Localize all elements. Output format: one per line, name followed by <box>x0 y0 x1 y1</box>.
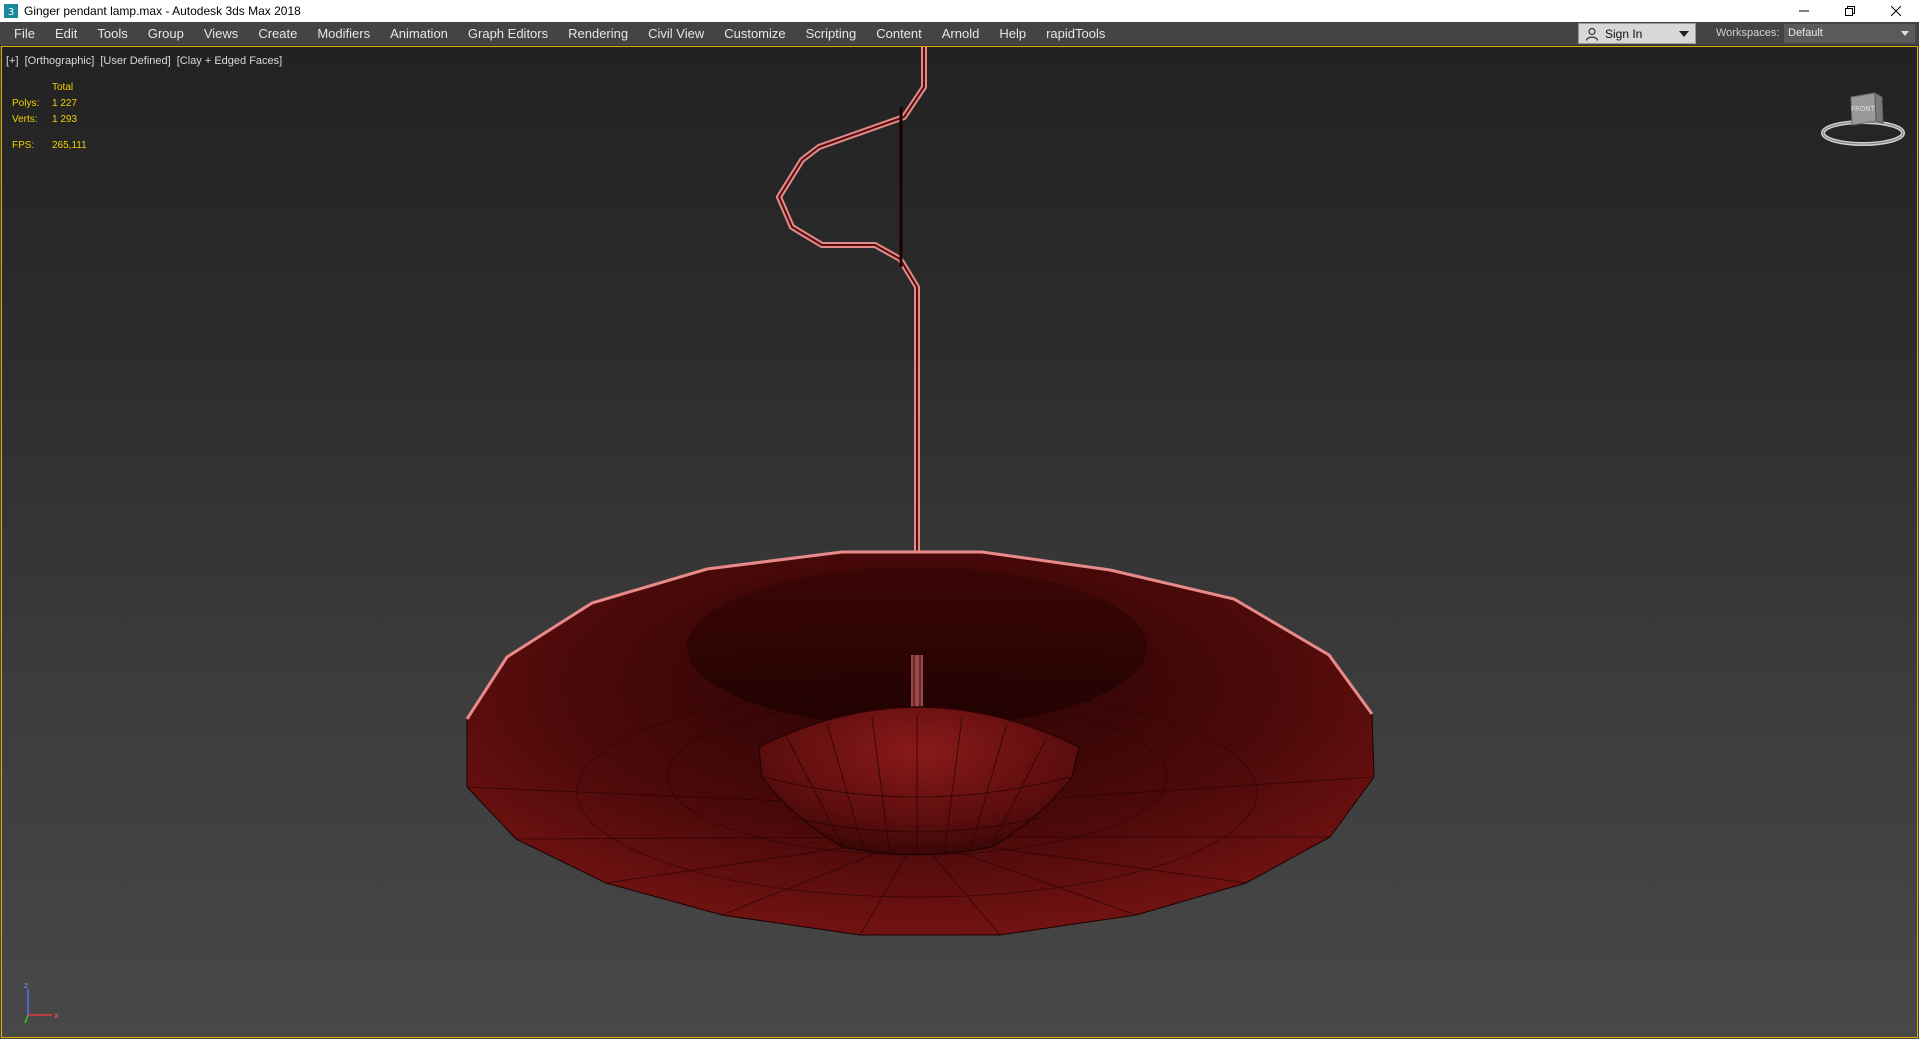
user-icon <box>1585 27 1599 41</box>
axis-x-label: x <box>54 1011 59 1020</box>
stats-header-row: Total <box>12 80 87 96</box>
close-icon <box>1891 6 1901 16</box>
fps-value: 265,111 <box>52 140 87 151</box>
menu-modifiers[interactable]: Modifiers <box>307 22 380 45</box>
polys-label: Polys: <box>12 98 40 109</box>
menu-animation[interactable]: Animation <box>380 22 458 45</box>
menu-graph-editors[interactable]: Graph Editors <box>458 22 558 45</box>
menu-rapidtools[interactable]: rapidTools <box>1036 22 1115 45</box>
viewport-shading-menu[interactable]: [Clay + Edged Faces] <box>177 55 282 67</box>
pendant-cord[interactable] <box>776 47 927 551</box>
close-button[interactable] <box>1873 0 1919 22</box>
menu-civil-view[interactable]: Civil View <box>638 22 714 45</box>
scene-canvas[interactable] <box>2 47 1918 1038</box>
fps-label: FPS: <box>12 140 35 151</box>
menu-arnold[interactable]: Arnold <box>932 22 990 45</box>
menu-views[interactable]: Views <box>194 22 248 45</box>
viewport-general-menu[interactable]: [+] <box>6 55 19 67</box>
menu-group[interactable]: Group <box>138 22 194 45</box>
viewcube[interactable]: FRONT <box>1818 83 1908 153</box>
verts-value: 1 293 <box>52 114 78 125</box>
workspace-value: Default <box>1788 27 1823 39</box>
viewcube-face-label: FRONT <box>1851 105 1876 113</box>
menu-create[interactable]: Create <box>248 22 307 45</box>
menu-tools[interactable]: Tools <box>87 22 137 45</box>
minimize-button[interactable] <box>1781 0 1827 22</box>
menu-rendering[interactable]: Rendering <box>558 22 638 45</box>
3dsmax-app-icon[interactable]: 3 <box>4 4 18 18</box>
minimize-icon <box>1799 10 1809 12</box>
window-controls <box>1781 0 1919 22</box>
viewport-label-menu: [+] [Orthographic] [User Defined] [Clay … <box>6 55 285 67</box>
menu-edit[interactable]: Edit <box>45 22 87 45</box>
sign-in-dropdown[interactable]: Sign In <box>1578 23 1696 44</box>
menu-bar: File Edit Tools Group Views Create Modif… <box>0 22 1919 46</box>
window-title: Ginger pendant lamp.max - Autodesk 3ds M… <box>24 4 301 18</box>
axis-z-label: z <box>24 981 28 990</box>
stats-polys-row: Polys: 1 227 <box>12 96 87 112</box>
restore-icon <box>1845 6 1855 16</box>
title-bar: 3 Ginger pendant lamp.max - Autodesk 3ds… <box>0 0 1919 22</box>
menu-scripting[interactable]: Scripting <box>796 22 867 45</box>
verts-label: Verts: <box>12 114 38 125</box>
polys-value: 1 227 <box>52 98 78 109</box>
viewport-statistics: Total Polys: 1 227 Verts: 1 293 FPS: 265… <box>12 80 87 154</box>
stats-header: Total <box>52 82 74 93</box>
menu-items: File Edit Tools Group Views Create Modif… <box>0 22 1115 45</box>
sign-in-label: Sign In <box>1605 26 1643 41</box>
menu-file[interactable]: File <box>4 22 45 45</box>
svg-text:3: 3 <box>8 7 14 18</box>
stats-fps-row: FPS: 265,111 <box>12 138 87 154</box>
perspective-viewport[interactable]: [+] [Orthographic] [User Defined] [Clay … <box>1 46 1918 1038</box>
chevron-down-icon <box>1901 31 1909 36</box>
viewport-camera-menu[interactable]: [User Defined] <box>100 55 170 67</box>
restore-button[interactable] <box>1827 0 1873 22</box>
3dsmax-window: 3 Ginger pendant lamp.max - Autodesk 3ds… <box>0 0 1919 1039</box>
viewport-view-menu[interactable]: [Orthographic] <box>25 55 95 67</box>
chevron-down-icon <box>1679 31 1689 37</box>
menu-content[interactable]: Content <box>866 22 932 45</box>
axis-tripod: z x <box>24 981 59 1024</box>
workspaces-select[interactable]: Default <box>1784 24 1915 43</box>
menu-customize[interactable]: Customize <box>714 22 795 45</box>
menu-help[interactable]: Help <box>989 22 1036 45</box>
workspaces-label: Workspaces: <box>1716 27 1780 39</box>
stats-verts-row: Verts: 1 293 <box>12 112 87 128</box>
